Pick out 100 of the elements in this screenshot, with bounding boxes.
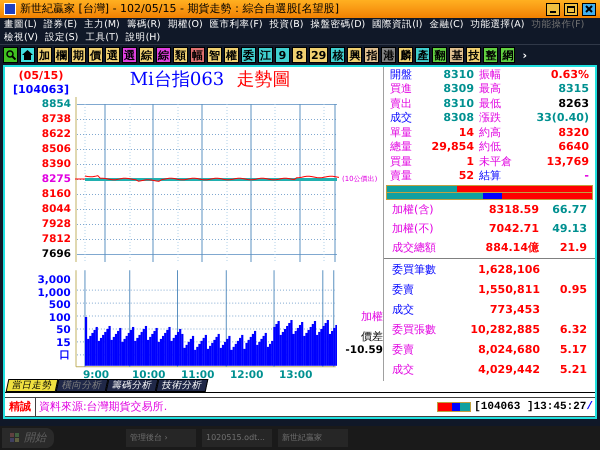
- quote-value: 0.63%: [550, 68, 589, 80]
- quote-value: 29,854: [430, 141, 474, 152]
- quote-value: 8320: [557, 126, 589, 138]
- toolbar-button[interactable]: 選: [105, 47, 120, 63]
- toolbar-button[interactable]: 網: [500, 47, 516, 63]
- status-code: [104063 ]: [474, 400, 534, 415]
- quote-label: 結算: [479, 170, 502, 182]
- index-row-change: 21.9: [558, 242, 587, 253]
- minimize-button[interactable]: [546, 2, 560, 16]
- menu-item[interactable]: 證券(E): [44, 20, 78, 30]
- toolbar-button[interactable]: 加: [37, 47, 52, 63]
- menu-item[interactable]: 國際資訊(I): [372, 20, 422, 30]
- quote-label: 最高: [479, 83, 502, 94]
- status-indicator-icon: [437, 402, 472, 412]
- menu-item[interactable]: 說明(H): [126, 32, 160, 42]
- status-separator: /: [586, 400, 593, 415]
- menu-item[interactable]: 主力(M): [84, 20, 120, 30]
- toolbar-button[interactable]: 江: [258, 47, 273, 63]
- toolbar-button[interactable]: 整: [483, 47, 498, 63]
- menu-item[interactable]: 投資(B): [270, 20, 304, 30]
- order-label: 委賣: [392, 344, 415, 354]
- toolbar-button[interactable]: 委: [241, 47, 256, 63]
- toolbar-button[interactable]: 類: [173, 47, 188, 63]
- order-ratio: 0.95: [558, 284, 587, 294]
- close-icon: [585, 5, 593, 13]
- toolbar-button[interactable]: 權: [224, 47, 239, 63]
- quote-label: 開盤: [390, 68, 413, 80]
- toolbar-button[interactable]: 產: [415, 47, 430, 63]
- toolbar-button[interactable]: 綜: [139, 47, 154, 63]
- quote-value: 8263: [557, 98, 589, 109]
- toolbar-button[interactable]: 核: [330, 47, 346, 63]
- toolbar-button[interactable]: 價: [88, 47, 103, 63]
- menu-item[interactable]: 期權(O): [168, 20, 203, 30]
- toolbar-button[interactable]: 期: [71, 47, 86, 63]
- order-ratio: 6.32: [558, 324, 587, 334]
- toolbar-button[interactable]: 綜: [156, 47, 171, 63]
- close-button[interactable]: [582, 2, 596, 16]
- volume-tick-label: 100: [48, 312, 71, 324]
- quote-value: 6640: [557, 141, 589, 152]
- search-button[interactable]: [3, 47, 18, 63]
- menu-item[interactable]: 畫圖(L): [4, 20, 37, 30]
- quote-value: 8310: [442, 98, 474, 109]
- toolbar-button[interactable]: 29: [309, 47, 328, 63]
- menu-item[interactable]: 設定(S): [44, 32, 78, 42]
- source-label: 精誠: [5, 398, 36, 416]
- spread-value: -10.59: [345, 344, 383, 357]
- menu-item[interactable]: 匯市利率(F): [210, 20, 263, 30]
- order-label: 委賣: [392, 284, 415, 294]
- index-row-label: 加權(不): [392, 223, 435, 234]
- contract-code: [104063]: [13, 83, 69, 97]
- volume-tick-label: 口: [60, 349, 71, 362]
- quote-value: 52: [458, 170, 474, 182]
- price-tick-label: 8390: [42, 157, 71, 172]
- quote-value: 1: [465, 156, 474, 167]
- index-row-value: 7042.71: [488, 223, 539, 234]
- toolbar-button[interactable]: 翻: [432, 47, 448, 63]
- tab[interactable]: 當日走勢: [6, 379, 58, 392]
- toolbar-button[interactable]: 麟: [398, 47, 414, 63]
- maximize-button[interactable]: [564, 2, 578, 16]
- quote-label: 漲跌: [479, 112, 502, 124]
- toolbar-button[interactable]: 基: [449, 47, 464, 63]
- quote-label: 總量: [390, 141, 413, 152]
- quote-label: 約低: [479, 141, 502, 152]
- menu-item[interactable]: 籌碼(R): [126, 20, 161, 30]
- toolbar-button[interactable]: 欄: [54, 47, 69, 63]
- home-button[interactable]: [20, 47, 35, 63]
- menu-item[interactable]: 工具(T): [85, 32, 119, 42]
- spread-label: 價差: [361, 330, 383, 344]
- menu-item[interactable]: 檢視(V): [4, 32, 38, 42]
- price-tick-label: 7928: [42, 217, 71, 232]
- order-value: 10,282,885: [469, 324, 540, 334]
- tab[interactable]: 籌碼分析: [106, 379, 158, 392]
- quote-label: 成交: [390, 112, 413, 124]
- volume-tick-label: 500: [48, 299, 71, 312]
- toolbar-button[interactable]: 幅: [190, 47, 205, 63]
- time-axis-label: 11:00: [181, 368, 216, 381]
- toolbar-button[interactable]: 港: [381, 47, 396, 63]
- menu-item[interactable]: 金融(C): [429, 20, 464, 30]
- quote-label: 最低: [479, 98, 502, 109]
- quote-value: 33(0.40): [535, 112, 589, 124]
- price-tick-label: 8738: [42, 112, 71, 127]
- toolbar-button[interactable]: 指: [364, 47, 380, 63]
- order-value: 1,550,811: [477, 284, 540, 294]
- index-row-change: 66.77: [551, 204, 587, 215]
- toolbar-button[interactable]: 選: [122, 47, 137, 63]
- toolbar-button[interactable]: 技: [466, 47, 482, 63]
- toolbar-button[interactable]: 興: [347, 47, 362, 63]
- toolbar-button[interactable]: 智: [207, 47, 222, 63]
- time-axis-label: 12:00: [230, 368, 264, 382]
- tab[interactable]: 技術分析: [156, 379, 208, 392]
- home-icon: [22, 50, 33, 60]
- toolbar-button[interactable]: 9: [275, 47, 290, 63]
- menu-item[interactable]: 功能選擇(A): [470, 20, 524, 30]
- price-tick-label: 8160: [42, 187, 71, 202]
- toolbar-button[interactable]: 8: [292, 47, 307, 63]
- order-label: 成交: [392, 364, 415, 374]
- quote-value: -: [583, 170, 589, 182]
- order-ratio: 5.21: [558, 364, 587, 374]
- menu-item[interactable]: 操盤密碼(D): [310, 20, 366, 30]
- quote-value: 13,769: [546, 156, 589, 167]
